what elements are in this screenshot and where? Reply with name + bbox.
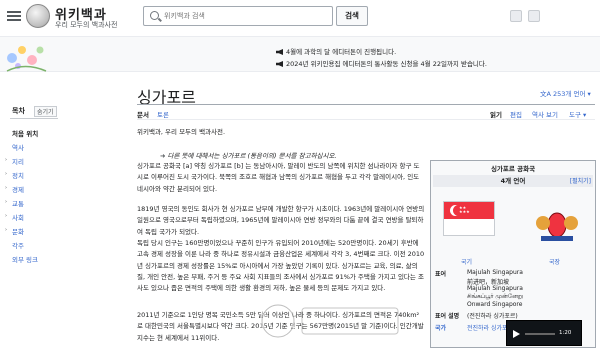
motto-label: 표어 [435,271,447,278]
site-sub: 위키백과, 우리 모두의 백과사전. [137,128,226,136]
translate-icon: 文A [540,90,554,98]
user-icon[interactable] [510,10,522,22]
speaker-icon [276,49,283,55]
motto-line: சிங்கப்பூர் முன்னேறு [467,293,523,300]
wikipedia-globe-icon[interactable] [26,4,50,28]
more-icon[interactable] [528,10,540,22]
hatnote[interactable]: ➜ 다른 뜻에 대해서는 싱가포르 (동음이의) 문서를 참고하십시오. [160,150,337,160]
personal-tools [510,10,540,22]
toc-item[interactable]: 외부 링크 [12,254,38,264]
paragraph: 싱가포르 공화국 [a] 약칭 싱가포르 [b] 는 동남아시아, 말레이 반도… [137,162,420,193]
motto-kr-label: 표어 설명 [435,313,460,320]
toc-item[interactable]: 역사 [12,142,24,152]
toc-item[interactable]: 사회 [12,212,24,222]
paragraph: 독립 당시 인구는 160만명이었으나 꾸준히 인구가 유입되어 2010년에는… [137,239,425,293]
toc-item[interactable]: 각주 [12,240,24,250]
tab-edit[interactable]: 편집 [510,109,522,119]
flag-caption[interactable]: 국기 [461,257,472,266]
anthem-label: 국가 [435,325,447,332]
toc-item[interactable]: 교통 [12,198,24,208]
audio-player[interactable]: 1:20 [506,320,582,346]
menu-icon[interactable] [7,9,21,23]
tab-history[interactable]: 역사 보기 [532,109,558,119]
watermark-logo-icon [260,303,399,339]
notice-line-1[interactable]: 4월에 과학의 달 에디터톤이 진행됩니다. [276,46,396,56]
toc-item[interactable]: 정치 [12,170,24,180]
motto-line: Majulah Singapura [467,285,523,292]
coat-of-arms-icon[interactable] [531,205,583,245]
motto-kr: (전진하라 싱가포르) [467,313,518,320]
emblem-caption[interactable]: 국장 [549,257,560,266]
site-tagline: 우리 모두의 백과사전 [55,21,118,29]
expand-link[interactable]: [펼치기] [570,176,591,185]
language-button[interactable]: 文A 253개 언어 ▾ [540,88,591,98]
toc-hide-button[interactable]: 숨기기 [34,106,57,117]
chevron-icon[interactable]: › [5,157,7,163]
toc-item-top[interactable]: 처음 위치 [12,128,38,138]
disambiguation-icon: ➜ [160,152,168,160]
flowers-illustration-icon [6,46,47,72]
toc-item[interactable]: 경제 [12,184,24,194]
toc-item[interactable]: 지리 [12,156,24,166]
search-icon [150,11,159,20]
singapore-flag-icon[interactable]: ★★ ★★★ [443,201,495,236]
site-notice: 4월에 과학의 달 에디터톤이 진행됩니다. 2024년 위키인용집 에디터톤의… [0,36,600,72]
chevron-icon[interactable]: › [5,213,7,219]
speaker-icon [276,61,283,67]
toc-heading: 목차 [12,107,25,115]
infobox-title: 싱가포르 공화국 [490,165,536,173]
notice-line-2[interactable]: 2024년 위키인용집 에디터톤의 통사활동 신청을 4월 22일까지 받습니다… [276,58,487,68]
chevron-icon[interactable]: › [5,227,7,233]
chevron-icon[interactable]: › [5,171,7,177]
search-box[interactable] [143,6,333,26]
site-header: 위키백과 우리 모두의 백과사전 검색 [0,0,600,34]
divider [137,119,595,120]
progress-bar[interactable] [525,333,555,335]
search-button[interactable]: 검색 [336,6,368,26]
paragraph: 1819년 영국의 동인도 회사가 현 싱가포르 남부에 개발한 항구가 시초이… [137,205,425,236]
tab-tools[interactable]: 도구 ▾ [569,109,586,119]
search-input[interactable] [164,9,324,23]
player-time: 1:20 [559,330,572,336]
divider [10,118,58,119]
tab-article[interactable]: 문서 [137,109,149,119]
tab-talk[interactable]: 토론 [157,109,169,119]
tab-read[interactable]: 읽기 [490,109,502,119]
motto-line: Onward Singapore [467,301,523,308]
motto-line: Majulah Singapura [467,269,523,276]
play-icon[interactable] [513,330,520,338]
chevron-icon[interactable]: › [5,199,7,205]
chevron-icon[interactable]: › [5,185,7,191]
divider [137,104,595,105]
toc-item[interactable]: 문화 [12,226,24,236]
